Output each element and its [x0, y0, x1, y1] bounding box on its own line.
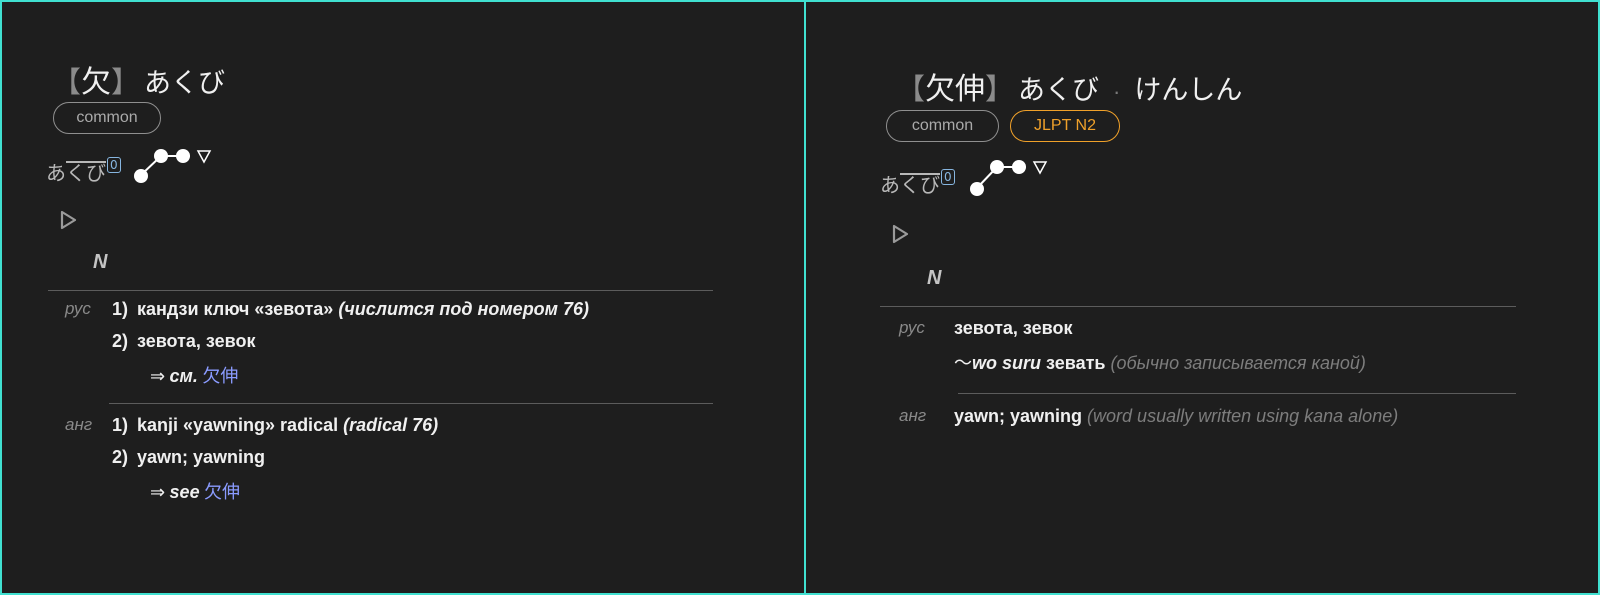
tag-common[interactable]: common	[886, 110, 999, 142]
part-of-speech: N	[927, 267, 942, 289]
gloss-text: yawn; yawning	[954, 406, 1083, 426]
pitch-kana-high: くび	[66, 163, 106, 185]
lang-label-en: анг	[65, 415, 93, 434]
headword-reading-alt[interactable]: けんしん	[1134, 68, 1242, 107]
lang-label-ru: рус	[899, 318, 925, 337]
xref-arrow: ⇒	[150, 366, 166, 386]
lang-label-en: анг	[899, 406, 927, 425]
xref-label: см.	[169, 366, 198, 386]
phrase-meaning: зевать	[1041, 353, 1106, 373]
headword-kanji[interactable]: 欠	[81, 57, 111, 101]
pitch-accent-number: 0	[107, 157, 121, 173]
gloss: kanji «yawning» radical (radical 76)	[137, 415, 438, 436]
divider	[958, 393, 1516, 394]
tilde: 〜	[954, 353, 972, 373]
tag-common[interactable]: common	[53, 102, 161, 134]
headword: 【 欠伸 】 あくび · けんしん	[896, 64, 1242, 108]
pitch-graph-icon	[970, 160, 1048, 196]
bracket-open: 【	[52, 67, 82, 99]
entry-panel-left: 【 欠 】 あくび common あくび 0 N рус 1) кандзи кл…	[0, 0, 806, 595]
pitch-reading: あくび 0	[46, 157, 121, 186]
sense-number: 1)	[112, 299, 129, 319]
phrase-romaji: wo suru	[972, 353, 1042, 373]
gloss-text: kanji «yawning» radical	[137, 415, 339, 435]
xref-link[interactable]: 欠伸	[204, 482, 240, 502]
sense-number: 2)	[112, 447, 129, 467]
pitch-kana-low: あ	[46, 163, 66, 185]
tag-jlpt[interactable]: JLPT N2	[1010, 110, 1120, 142]
bracket-close: 】	[111, 67, 141, 99]
headword-reading[interactable]: あくび	[1018, 68, 1099, 107]
play-audio-icon[interactable]	[892, 224, 910, 244]
pitch-kana-high: くび	[900, 175, 940, 197]
sense-number: 2)	[112, 331, 129, 351]
gloss-note: (word usually written using kana alone)	[1087, 406, 1399, 426]
gloss-text: зевота, зевок	[137, 331, 256, 351]
xref-label: see	[169, 482, 200, 502]
cross-reference: ⇒ см. 欠伸	[150, 362, 238, 388]
gloss: yawn; yawning (word usually written usin…	[954, 406, 1398, 427]
entry-panel-right: 【 欠伸 】 あくび · けんしん common JLPT N2 あくび 0 N …	[804, 0, 1600, 595]
divider	[109, 403, 713, 404]
play-audio-icon[interactable]	[60, 210, 78, 230]
gloss-note: (числится под номером 76)	[338, 299, 590, 319]
lang-label-ru: рус	[65, 299, 91, 318]
gloss-text: зевота, зевок	[954, 318, 1073, 338]
divider	[48, 290, 713, 291]
sense-number: 1)	[112, 415, 129, 435]
xref-arrow: ⇒	[150, 482, 166, 502]
gloss-phrase: 〜wo suru зевать (обычно записывается кан…	[954, 349, 1366, 375]
part-of-speech: N	[93, 251, 108, 273]
gloss-note: (radical 76)	[343, 415, 439, 435]
xref-link[interactable]: 欠伸	[202, 366, 238, 386]
pitch-accent-number: 0	[941, 169, 955, 185]
gloss: кандзи ключ «зевота» (числится под номер…	[137, 299, 589, 320]
bracket-open: 【	[896, 74, 926, 106]
gloss-text: кандзи ключ «зевота»	[137, 299, 334, 319]
gloss-text: yawn; yawning	[137, 447, 266, 467]
headword-kanji[interactable]: 欠伸	[925, 64, 985, 108]
headword-reading[interactable]: あくび	[144, 61, 225, 100]
divider	[880, 306, 1516, 307]
pitch-reading: あくび 0	[880, 169, 955, 198]
pitch-graph-icon	[134, 149, 212, 183]
bracket-close: 】	[985, 74, 1015, 106]
pitch-kana-low: あ	[880, 175, 900, 197]
reading-separator: ·	[1113, 79, 1121, 104]
gloss-note: (обычно записывается каной)	[1110, 353, 1366, 373]
cross-reference: ⇒ see 欠伸	[150, 478, 240, 504]
headword: 【 欠 】 あくび	[52, 57, 225, 101]
